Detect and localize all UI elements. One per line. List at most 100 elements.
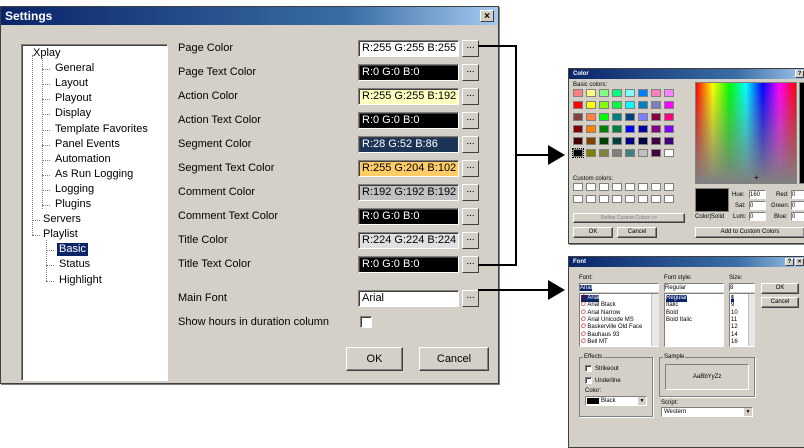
style-list-item[interactable]: Bold — [666, 310, 678, 317]
basic-color-swatch[interactable] — [651, 137, 661, 145]
size-list-item[interactable]: 14 — [731, 332, 738, 339]
basic-color-swatch[interactable] — [638, 113, 648, 121]
basic-color-swatch[interactable] — [573, 89, 583, 97]
style-list-item[interactable]: Italic — [666, 302, 678, 309]
basic-color-swatch[interactable] — [612, 101, 622, 109]
font-list-item[interactable]: O Arial Narrow — [581, 310, 620, 317]
basic-color-swatch[interactable] — [638, 89, 648, 97]
custom-color-swatch[interactable] — [638, 195, 648, 203]
font-list-scrollbar[interactable] — [651, 294, 659, 346]
underline-checkbox[interactable] — [585, 377, 592, 384]
basic-color-swatch[interactable] — [599, 101, 609, 109]
basic-color-swatch[interactable] — [664, 125, 674, 133]
custom-color-swatch[interactable] — [573, 183, 583, 191]
basic-color-swatch[interactable] — [651, 149, 661, 157]
basic-color-swatch[interactable] — [625, 125, 635, 133]
style-list-item[interactable]: Regular — [666, 295, 688, 302]
sat-field[interactable]: 0 — [749, 201, 766, 210]
basic-color-swatch[interactable] — [664, 113, 674, 121]
color-help-button[interactable]: ? — [795, 70, 804, 78]
script-select[interactable]: Western ▼ — [661, 407, 753, 417]
font-list-item[interactable]: O Baskerville Old Face — [581, 324, 642, 331]
font-help-button[interactable]: ? — [785, 258, 794, 266]
basic-color-swatch[interactable] — [612, 137, 622, 145]
red-field[interactable]: 0 — [791, 190, 804, 199]
font-list-item[interactable]: O Bauhaus 93 — [581, 332, 619, 339]
basic-color-swatch[interactable] — [651, 113, 661, 121]
font-list-item[interactable]: O Bell MT — [581, 339, 608, 346]
basic-color-swatch[interactable] — [599, 137, 609, 145]
custom-color-swatch[interactable] — [625, 195, 635, 203]
strikeout-checkbox[interactable] — [585, 365, 592, 372]
basic-color-swatch[interactable] — [664, 89, 674, 97]
basic-color-swatch[interactable] — [573, 113, 583, 121]
custom-color-swatch[interactable] — [612, 195, 622, 203]
custom-color-swatch[interactable] — [625, 183, 635, 191]
basic-color-swatch[interactable] — [625, 89, 635, 97]
size-field[interactable]: 8 — [729, 283, 755, 292]
basic-color-swatch[interactable] — [572, 148, 584, 158]
font-list[interactable]: O Arial O Arial Black O Arial Narrow O Aria… — [579, 293, 659, 347]
font-list-item[interactable]: O Arial Black — [581, 302, 616, 309]
font-close-button[interactable]: × — [795, 258, 804, 266]
basic-color-swatch[interactable] — [625, 101, 635, 109]
basic-color-swatch[interactable] — [573, 101, 583, 109]
custom-color-swatch[interactable] — [573, 195, 583, 203]
style-list-item[interactable]: Bold Italic — [666, 317, 692, 324]
basic-color-swatch[interactable] — [599, 113, 609, 121]
basic-color-swatch[interactable] — [625, 113, 635, 121]
font-ok-button[interactable]: OK — [761, 283, 799, 294]
custom-color-swatch[interactable] — [651, 195, 661, 203]
font-list-item[interactable]: O Arial — [581, 295, 600, 302]
add-custom-colors-button[interactable]: Add to Custom Colors — [695, 227, 804, 238]
basic-color-swatch[interactable] — [625, 137, 635, 145]
custom-color-swatch[interactable] — [651, 183, 661, 191]
basic-color-swatch[interactable] — [664, 101, 674, 109]
basic-color-swatch[interactable] — [638, 137, 648, 145]
basic-color-swatch[interactable] — [664, 137, 674, 145]
basic-color-swatch[interactable] — [573, 125, 583, 133]
basic-color-swatch[interactable] — [638, 125, 648, 133]
basic-color-swatch[interactable] — [586, 101, 596, 109]
font-list-item[interactable]: O Arial Unicode MS — [581, 317, 634, 324]
basic-color-swatch[interactable] — [586, 113, 596, 121]
color-ok-button[interactable]: OK — [573, 227, 613, 238]
custom-color-swatch[interactable] — [586, 195, 596, 203]
basic-color-swatch[interactable] — [599, 149, 609, 157]
basic-color-swatch[interactable] — [599, 125, 609, 133]
custom-color-swatch[interactable] — [586, 183, 596, 191]
custom-color-swatch[interactable] — [599, 195, 609, 203]
basic-color-swatch[interactable] — [638, 149, 648, 157]
color-select[interactable]: Black ▼ — [585, 396, 647, 406]
basic-color-swatch[interactable] — [638, 101, 648, 109]
custom-color-swatch[interactable] — [599, 183, 609, 191]
basic-color-swatch[interactable] — [651, 125, 661, 133]
color-spectrum[interactable] — [695, 82, 797, 184]
size-list-item[interactable]: 9 — [731, 302, 734, 309]
green-field[interactable]: 0 — [791, 201, 804, 210]
basic-color-swatch[interactable] — [651, 89, 661, 97]
custom-color-swatch[interactable] — [612, 183, 622, 191]
custom-color-swatch[interactable] — [664, 183, 674, 191]
basic-color-swatch[interactable] — [612, 125, 622, 133]
size-list-item[interactable]: 11 — [731, 317, 737, 324]
size-list-item[interactable]: 8 — [731, 295, 735, 302]
basic-color-swatch[interactable] — [612, 113, 622, 121]
basic-color-swatch[interactable] — [612, 89, 622, 97]
hue-field[interactable]: 160 — [749, 190, 766, 199]
size-list-scrollbar[interactable] — [748, 294, 755, 346]
define-custom-colors-button[interactable]: Define Custom Colors >> — [573, 213, 685, 223]
font-cancel-button[interactable]: Cancel — [761, 297, 799, 308]
luminance-bar[interactable] — [799, 82, 804, 184]
basic-color-swatch[interactable] — [573, 137, 583, 145]
basic-color-swatch[interactable] — [612, 149, 622, 157]
basic-color-swatch[interactable] — [599, 89, 609, 97]
size-list-item[interactable]: 12 — [731, 324, 738, 331]
basic-color-swatch[interactable] — [586, 125, 596, 133]
color-cancel-button[interactable]: Cancel — [617, 227, 657, 238]
font-name-field[interactable]: Arial — [579, 283, 659, 292]
basic-color-swatch[interactable] — [586, 89, 596, 97]
font-style-list[interactable]: Regular Italic Bold Bold Italic — [664, 293, 724, 347]
basic-color-swatch[interactable] — [586, 149, 596, 157]
font-style-field[interactable]: Regular — [664, 283, 724, 292]
